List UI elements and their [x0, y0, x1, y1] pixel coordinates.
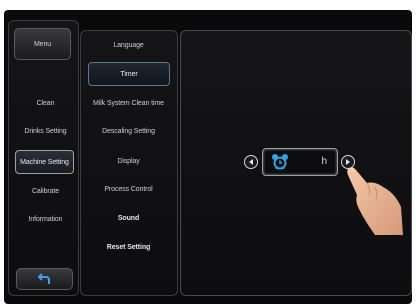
left-item-machine-setting[interactable]: Machine Setting	[15, 150, 74, 174]
settings-item-milk-system-clean-time[interactable]: Milk System Clean time	[86, 92, 171, 114]
pointing-hand-image	[347, 167, 403, 235]
decrease-button[interactable]	[244, 155, 258, 169]
left-arrow-icon	[249, 159, 253, 165]
timer-value-field[interactable]: h	[262, 148, 338, 176]
back-button[interactable]	[16, 268, 73, 290]
settings-item-process-control[interactable]: Process Control	[86, 178, 171, 200]
left-item-drinks-setting[interactable]: Drinks Setting	[17, 120, 74, 142]
left-item-clean[interactable]: Clean	[17, 92, 74, 114]
settings-item-display[interactable]: Display	[86, 150, 171, 172]
settings-item-descaling-setting[interactable]: Descaling Setting	[86, 120, 171, 142]
settings-item-reset-setting[interactable]: Reset Setting	[86, 236, 171, 258]
settings-item-sound[interactable]: Sound	[86, 207, 171, 229]
menu-button[interactable]: Menu	[14, 28, 71, 60]
back-arrow-icon	[37, 273, 50, 284]
left-item-information[interactable]: Information	[17, 208, 74, 230]
timer-unit-label: h	[321, 156, 327, 167]
alarm-clock-icon	[272, 154, 288, 170]
settings-item-timer[interactable]: Timer	[88, 62, 170, 86]
left-item-calibrate[interactable]: Calibrate	[17, 180, 74, 202]
settings-item-language[interactable]: Language	[86, 34, 171, 56]
